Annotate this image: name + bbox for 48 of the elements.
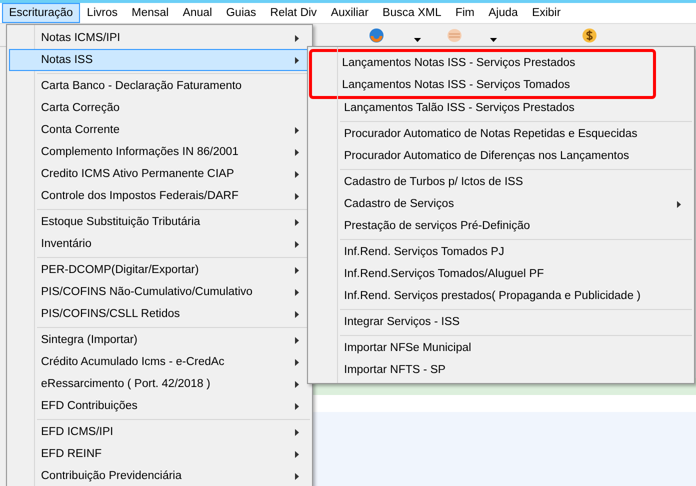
menu-item[interactable]: Contribuição Previdenciária <box>9 465 310 486</box>
menu-item[interactable]: PIS/COFINS/CSLL Retidos <box>9 303 310 325</box>
menu-item[interactable]: Sintegra (Importar) <box>9 329 310 351</box>
menubar-item[interactable]: Exibir <box>524 3 568 23</box>
menu-item[interactable]: Inventário <box>9 233 310 255</box>
menu-item[interactable]: Conta Corrente <box>9 119 310 141</box>
menubar-item[interactable]: Anual <box>176 3 220 23</box>
menubar-item[interactable]: Livros <box>80 3 125 23</box>
menu-item[interactable]: EFD REINF <box>9 443 310 465</box>
menubar-item[interactable]: Ajuda <box>482 3 525 23</box>
menu-item[interactable]: EFD Contribuições <box>9 395 310 417</box>
menu-item[interactable]: Complemento Informações IN 86/2001 <box>9 141 310 163</box>
menu-item[interactable]: Crédito Acumulado Icms - e-CredAc <box>9 351 310 373</box>
menu-item[interactable]: Notas ICMS/IPI <box>9 27 310 49</box>
menu-item[interactable]: PIS/COFINS Não-Cumulativo/Cumulativo <box>9 281 310 303</box>
menu-item[interactable]: Carta Correção <box>9 97 310 119</box>
menubar-item[interactable]: Busca XML <box>376 3 448 23</box>
menu-item[interactable]: Lançamentos Talão ISS - Serviços Prestados <box>310 97 692 119</box>
dropdown-arrow-icon[interactable] <box>414 38 421 42</box>
menu-item[interactable]: Procurador Automatico de Diferenças nos Lançamentos <box>310 145 692 167</box>
menu-item[interactable]: Notas ISS <box>9 49 310 71</box>
menu-item[interactable]: Cadastro de Serviços <box>310 193 692 215</box>
menu-item[interactable]: Cadastro de Turbos p/ Ictos de ISS <box>310 171 692 193</box>
menubar-item[interactable]: Escrituração <box>2 3 80 23</box>
menubar-item[interactable]: Relat Div <box>263 3 324 23</box>
menubar-item[interactable]: Guias <box>219 3 264 23</box>
menu-item[interactable]: Estoque Substituição Tributária <box>9 211 310 233</box>
menubar-item[interactable]: Auxiliar <box>324 3 376 23</box>
menu-item[interactable]: Inf.Rend.Serviços Tomados/Aluguel PF <box>310 263 692 285</box>
menu-item[interactable]: Carta Banco - Declaração Faturamento <box>9 75 310 97</box>
menu-item[interactable]: Inf.Rend. Serviços prestados( Propaganda e Publicidade ) <box>310 285 692 307</box>
menubar-item[interactable]: Mensal <box>124 3 176 23</box>
dropdown-arrow-icon[interactable] <box>490 38 497 42</box>
menu-item[interactable]: Integrar Serviços - ISS <box>310 311 692 333</box>
menu-item[interactable]: EFD ICMS/IPI <box>9 421 310 443</box>
menu-item[interactable]: Importar NFSe Municipal <box>310 337 692 359</box>
menu-item[interactable]: Credito ICMS Ativo Permanente CIAP <box>9 163 310 185</box>
menu-item[interactable]: Controle dos Impostos Federais/DARF <box>9 185 310 207</box>
menu-item[interactable]: Importar NFTS - SP <box>310 359 692 381</box>
menu-item[interactable]: eRessarcimento ( Port. 42/2018 ) <box>9 373 310 395</box>
menubar-item[interactable]: Fim <box>448 3 482 23</box>
menu-item[interactable]: Prestação de serviços Pré-Definição <box>310 215 692 237</box>
menu-item[interactable]: Procurador Automatico de Notas Repetidas e Esquecidas <box>310 123 692 145</box>
menu-item[interactable]: Inf.Rend. Serviços Tomados PJ <box>310 241 692 263</box>
menu-item[interactable]: PER-DCOMP(Digitar/Exportar) <box>9 259 310 281</box>
dollar-coin-icon[interactable] <box>582 28 597 43</box>
menu-item[interactable]: Lançamentos Notas ISS - Serviços Prestados <box>311 52 654 74</box>
menu-item[interactable]: Lançamentos Notas ISS - Serviços Tomados <box>311 74 654 96</box>
